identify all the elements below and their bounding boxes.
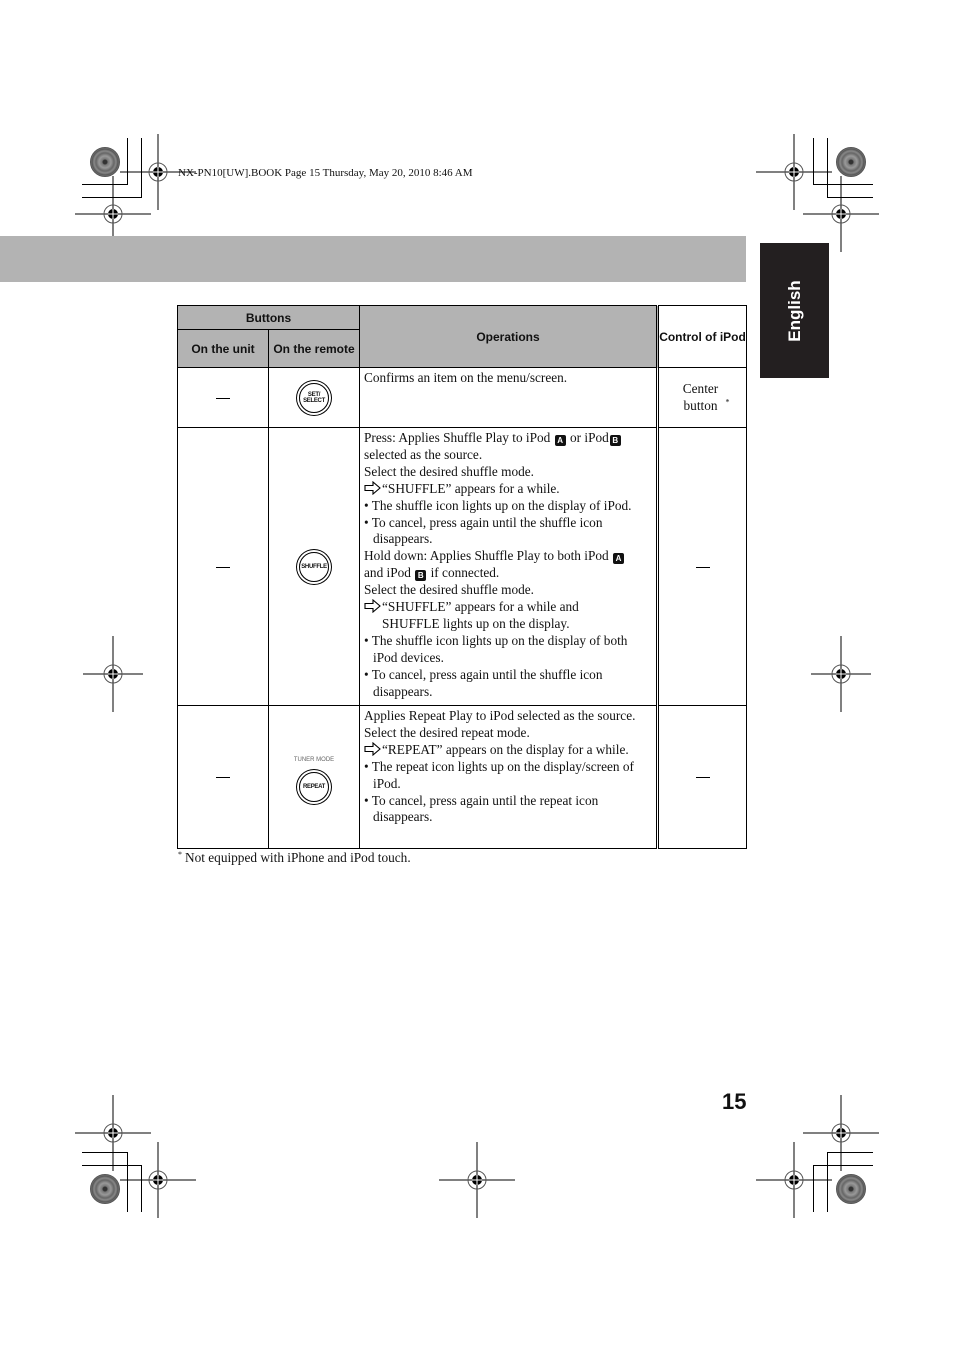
registration-crosshair-icon xyxy=(803,636,879,712)
footnote-mark: * xyxy=(725,397,730,407)
table-row: SET/SELECT Confirms an item on the menu/… xyxy=(177,367,748,428)
color-registration-rosette-top-right xyxy=(836,147,866,177)
registration-crosshair-icon xyxy=(803,176,879,252)
cell-control-of-ipod xyxy=(657,427,748,706)
registration-crosshair-icon xyxy=(803,1095,879,1171)
registration-crosshair-icon xyxy=(75,636,151,712)
cell-control-of-ipod xyxy=(657,705,748,849)
footnote-mark: * xyxy=(178,850,182,859)
cell-on-the-unit xyxy=(177,705,269,849)
registration-crosshair-icon xyxy=(120,1142,196,1218)
control-text: Center button xyxy=(682,380,719,413)
not-available-dash xyxy=(695,566,710,568)
ipod-a-badge: A xyxy=(554,435,566,446)
footnote: * Not equipped with iPhone and iPod touch… xyxy=(178,850,411,866)
not-available-dash xyxy=(216,397,230,399)
cell-operations: Applies Repeat Play to iPod selected as … xyxy=(359,705,660,849)
cell-on-the-unit xyxy=(177,427,269,706)
cell-operations: Confirms an item on the menu/screen. xyxy=(359,367,660,428)
book-file-header: NX-PN10[UW].BOOK Page 15 Thursday, May 2… xyxy=(178,167,473,179)
result-arrow-icon xyxy=(364,741,382,756)
not-available-dash xyxy=(695,777,710,778)
hold-description: Hold down: Applies Shuffle Play to both … xyxy=(364,548,653,582)
color-registration-rosette-top-left xyxy=(90,147,120,177)
cell-on-the-remote: SHUFFLE xyxy=(267,427,361,706)
color-registration-rosette-bottom-right xyxy=(836,1174,866,1204)
set-select-button-icon: SET/SELECT xyxy=(299,382,329,413)
tuner-mode-caption: TUNER MODE xyxy=(293,757,335,764)
shuffle-button-icon: SHUFFLE xyxy=(299,551,329,582)
table-row: SHUFFLE Press: Applies Shuffle Play to i… xyxy=(177,427,748,706)
result-arrow-icon xyxy=(364,599,382,614)
ipod-b-badge: B xyxy=(415,570,427,582)
header-buttons: Buttons xyxy=(176,305,361,330)
header-on-the-remote: On the remote xyxy=(267,329,361,368)
operations-table: Buttons Operations Control of iPod On th… xyxy=(176,305,748,849)
cell-control-of-ipod: Center button * xyxy=(657,367,748,428)
cell-operations: Press: Applies Shuffle Play to iPod A or… xyxy=(359,427,660,706)
table-row: TUNER MODE REPEAT Applies Repeat Play to… xyxy=(177,705,748,849)
language-tab: English xyxy=(760,243,829,378)
footnote-text: Not equipped with iPhone and iPod touch. xyxy=(185,850,411,865)
cell-on-the-remote: SET/SELECT xyxy=(267,367,361,428)
ipod-b-badge: B xyxy=(609,435,621,446)
color-registration-rosette-bottom-left xyxy=(90,1174,120,1204)
header-operations: Operations xyxy=(359,305,660,368)
cell-on-the-remote: TUNER MODE REPEAT xyxy=(267,705,361,849)
repeat-button-icon: REPEAT xyxy=(299,771,329,802)
ipod-a-badge: A xyxy=(613,553,624,565)
result-arrow-icon xyxy=(364,480,382,495)
press-description: Press: Applies Shuffle Play to iPod A or… xyxy=(364,430,653,464)
registration-crosshair-icon xyxy=(439,1142,515,1218)
not-available-dash xyxy=(216,777,230,778)
page-number: 15 xyxy=(722,1089,747,1114)
section-header-band xyxy=(0,236,746,282)
header-control-of-ipod: Control of iPod xyxy=(657,305,748,368)
header-on-the-unit: On the unit xyxy=(177,329,269,368)
language-tab-label: English xyxy=(784,279,804,342)
not-available-dash xyxy=(216,566,230,568)
cell-on-the-unit xyxy=(177,367,269,428)
